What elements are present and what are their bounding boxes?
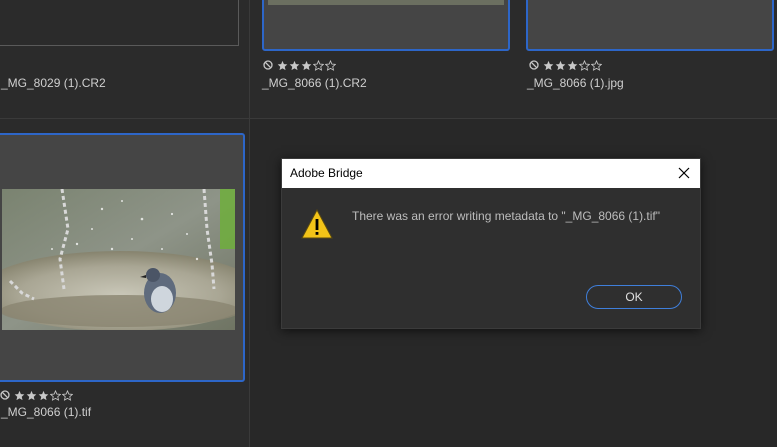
- star-filled-icon[interactable]: [26, 390, 37, 401]
- star-empty-icon[interactable]: [313, 59, 324, 71]
- reject-icon[interactable]: [263, 60, 273, 70]
- filename-label: _MG_8066 (1).jpg: [527, 76, 624, 90]
- star-filled-icon[interactable]: [38, 390, 49, 401]
- star-filled-icon[interactable]: [543, 60, 554, 71]
- thumbnail-8066-tif[interactable]: [0, 133, 245, 382]
- dialog-titlebar[interactable]: Adobe Bridge: [282, 159, 700, 188]
- rating-8066-jpg[interactable]: [529, 58, 602, 72]
- reject-icon[interactable]: [529, 60, 539, 70]
- star-filled-icon[interactable]: [555, 60, 566, 71]
- thumbnail-8029[interactable]: [0, 0, 239, 46]
- thumbnail-image: [2, 189, 235, 330]
- filename-label: _MG_8066 (1).tif: [1, 405, 92, 419]
- star-empty-icon[interactable]: [325, 59, 336, 71]
- thumbnail-8066-jpg[interactable]: [526, 0, 774, 51]
- star-filled-icon[interactable]: [289, 60, 300, 71]
- rating-8066-cr2[interactable]: [263, 58, 336, 72]
- star-filled-icon[interactable]: [301, 60, 312, 71]
- filename-label: _MG_8029 (1).CR2: [1, 76, 106, 90]
- ok-button[interactable]: OK: [586, 285, 682, 309]
- dialog-message: There was an error writing metadata to "…: [352, 209, 660, 223]
- star-filled-icon[interactable]: [277, 60, 288, 71]
- warning-icon: [301, 209, 333, 239]
- star-empty-icon[interactable]: [591, 59, 602, 71]
- reject-icon[interactable]: [0, 390, 10, 400]
- star-empty-icon[interactable]: [50, 389, 61, 401]
- thumbnail-8066-cr2[interactable]: [262, 0, 510, 51]
- star-empty-icon[interactable]: [62, 389, 73, 401]
- rating-8066-tif[interactable]: [0, 388, 73, 402]
- star-filled-icon[interactable]: [14, 390, 25, 401]
- filename-label: _MG_8066 (1).CR2: [262, 76, 367, 90]
- close-icon[interactable]: [674, 163, 694, 183]
- star-empty-icon[interactable]: [579, 59, 590, 71]
- star-filled-icon[interactable]: [567, 60, 578, 71]
- dialog-title: Adobe Bridge: [290, 166, 363, 180]
- error-dialog: Adobe Bridge There was an error writing …: [281, 158, 701, 329]
- thumbnail-image: [268, 0, 504, 5]
